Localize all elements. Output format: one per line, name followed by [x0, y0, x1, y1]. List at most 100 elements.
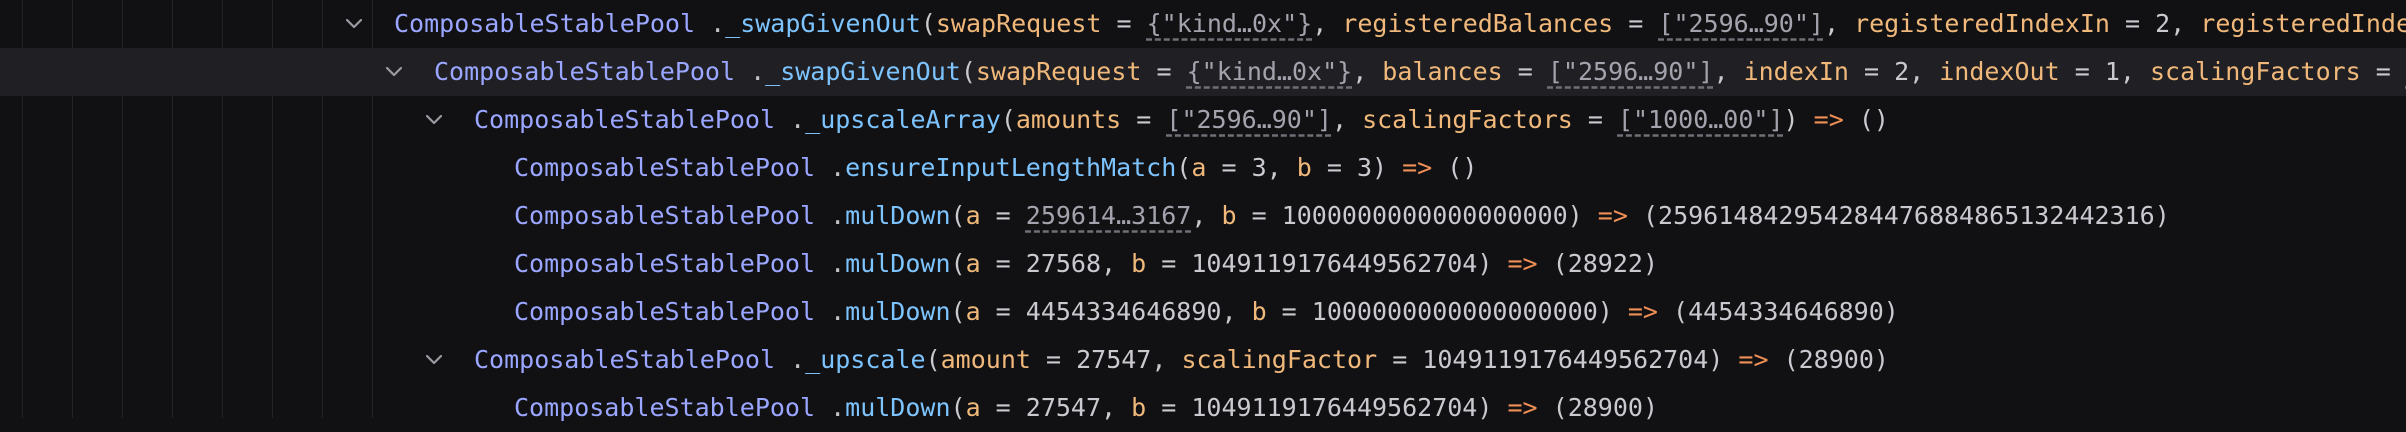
trace-row[interactable]: ComposableStablePool ._swapGivenOut(swap…: [0, 48, 2406, 96]
equals-sign: =: [1121, 105, 1166, 134]
return-open: (: [1673, 297, 1688, 326]
param-name: scalingFactors: [1362, 105, 1573, 134]
contract-name[interactable]: ComposableStablePool: [514, 297, 815, 326]
equals-sign: =: [1206, 153, 1251, 182]
contract-name[interactable]: ComposableStablePool: [514, 153, 815, 182]
expandable-value[interactable]: ["2596…90"]: [1166, 105, 1332, 134]
equals-sign: =: [981, 297, 1026, 326]
paren-close: ): [1784, 105, 1799, 134]
expandable-value[interactable]: ["2596…90"]: [1548, 57, 1714, 86]
equals-sign: =: [981, 249, 1026, 278]
paren-open: (: [951, 249, 966, 278]
chevron-down-icon[interactable]: [422, 336, 446, 384]
param-value: 27547: [1076, 345, 1151, 374]
arg-separator: ,: [1312, 9, 1342, 38]
arg-separator: ,: [1191, 201, 1221, 230]
return-close: ): [2155, 201, 2170, 230]
param-name: indexIn: [1744, 57, 1849, 86]
call-signature: ComposableStablePool ._swapGivenOut(swap…: [394, 0, 2406, 48]
member-access-dot: .: [775, 105, 805, 134]
param-name: a: [966, 297, 981, 326]
equals-sign: =: [2060, 57, 2105, 86]
member-access-dot: .: [815, 297, 845, 326]
return-open: (: [1784, 345, 1799, 374]
contract-name[interactable]: ComposableStablePool: [474, 105, 775, 134]
arg-separator: ,: [1909, 57, 1939, 86]
return-open: (: [1643, 201, 1658, 230]
return-open: (: [1859, 105, 1874, 134]
paren-open: (: [1176, 153, 1191, 182]
return-arrow: =>: [1492, 249, 1552, 278]
expandable-value[interactable]: {"kind…0x"}: [1147, 9, 1313, 38]
function-name[interactable]: mulDown: [845, 249, 950, 278]
member-access-dot: .: [815, 201, 845, 230]
contract-name[interactable]: ComposableStablePool: [514, 249, 815, 278]
return-close: ): [1874, 345, 1889, 374]
param-value: 1049119176449562704: [1422, 345, 1708, 374]
chevron-down-icon[interactable]: [422, 96, 446, 144]
function-name[interactable]: _swapGivenOut: [725, 9, 921, 38]
param-value: 2: [1894, 57, 1909, 86]
trace-row[interactable]: ComposableStablePool ._upscale(amount = …: [0, 336, 2406, 384]
arg-separator: ,: [1713, 57, 1743, 86]
member-access-dot: .: [815, 153, 845, 182]
function-name[interactable]: _upscaleArray: [805, 105, 1001, 134]
param-name: a: [1191, 153, 1206, 182]
param-value: 1000000000000000000: [1282, 201, 1568, 230]
trace-row[interactable]: ComposableStablePool .mulDown(a = 27547,…: [0, 384, 2406, 432]
equals-sign: =: [1312, 153, 1357, 182]
contract-name[interactable]: ComposableStablePool: [434, 57, 735, 86]
param-name: scalingFactor: [1181, 345, 1377, 374]
return-value: 28922: [1568, 249, 1643, 278]
paren-close: ): [1477, 249, 1492, 278]
contract-name[interactable]: ComposableStablePool: [474, 345, 775, 374]
return-arrow: =>: [1723, 345, 1783, 374]
param-name: registeredBalances: [1342, 9, 1613, 38]
contract-name[interactable]: ComposableStablePool: [394, 9, 695, 38]
return-value: 28900: [1799, 345, 1874, 374]
return-value: 4454334646890: [1688, 297, 1884, 326]
arg-separator: ,: [1221, 297, 1251, 326]
function-name[interactable]: mulDown: [845, 201, 950, 230]
equals-sign: =: [2110, 9, 2155, 38]
return-arrow: =>: [1613, 297, 1673, 326]
expandable-value[interactable]: {"kind…0x"}: [1187, 57, 1353, 86]
chevron-down-icon[interactable]: [382, 48, 406, 96]
arg-separator: ,: [2120, 57, 2150, 86]
equals-sign: =: [1237, 201, 1282, 230]
arg-separator: ,: [2170, 9, 2200, 38]
contract-name[interactable]: ComposableStablePool: [514, 201, 815, 230]
return-value: 259614842954284476884865132442316: [1658, 201, 2155, 230]
trace-row[interactable]: ComposableStablePool .mulDown(a = 259614…: [0, 192, 2406, 240]
trace-row[interactable]: ComposableStablePool ._swapGivenOut(swap…: [0, 0, 2406, 48]
call-signature: ComposableStablePool ._upscaleArray(amou…: [474, 96, 1889, 144]
equals-sign: =: [1146, 249, 1191, 278]
return-close: ): [1884, 297, 1899, 326]
return-arrow: =>: [1799, 105, 1859, 134]
function-name[interactable]: ensureInputLengthMatch: [845, 153, 1176, 182]
trace-row[interactable]: ComposableStablePool .ensureInputLengthM…: [0, 144, 2406, 192]
trace-row[interactable]: ComposableStablePool .mulDown ( a = 445433…: [0, 288, 2406, 336]
paren-open: (: [961, 57, 976, 86]
trace-row[interactable]: ComposableStablePool ._upscaleArray(amou…: [0, 96, 2406, 144]
param-name: registeredIndexOut: [2200, 9, 2406, 38]
arg-separator: ,: [1151, 345, 1181, 374]
trace-row[interactable]: ComposableStablePool .mulDown(a = 27568,…: [0, 240, 2406, 288]
function-name[interactable]: _upscale: [805, 345, 925, 374]
equals-sign: =: [1377, 345, 1422, 374]
member-access-dot: .: [775, 345, 805, 374]
equals-sign: =: [1031, 345, 1076, 374]
paren-open: (: [951, 201, 966, 230]
param-name: scalingFactors: [2150, 57, 2361, 86]
param-name: swapRequest: [936, 9, 1102, 38]
chevron-down-icon[interactable]: [342, 0, 366, 48]
param-value: 1049119176449562704: [1191, 249, 1477, 278]
arg-separator: ,: [1352, 57, 1382, 86]
function-name[interactable]: _swapGivenOut: [765, 57, 961, 86]
paren-close: ): [1568, 201, 1583, 230]
expandable-value[interactable]: ["1000…00"]: [1618, 105, 1784, 134]
arg-separator: ,: [1332, 105, 1362, 134]
expandable-value[interactable]: ["2596…90"]: [1658, 9, 1824, 38]
expandable-value[interactable]: 259614…3167: [1026, 201, 1192, 230]
function-name[interactable]: mulDown: [845, 297, 950, 326]
